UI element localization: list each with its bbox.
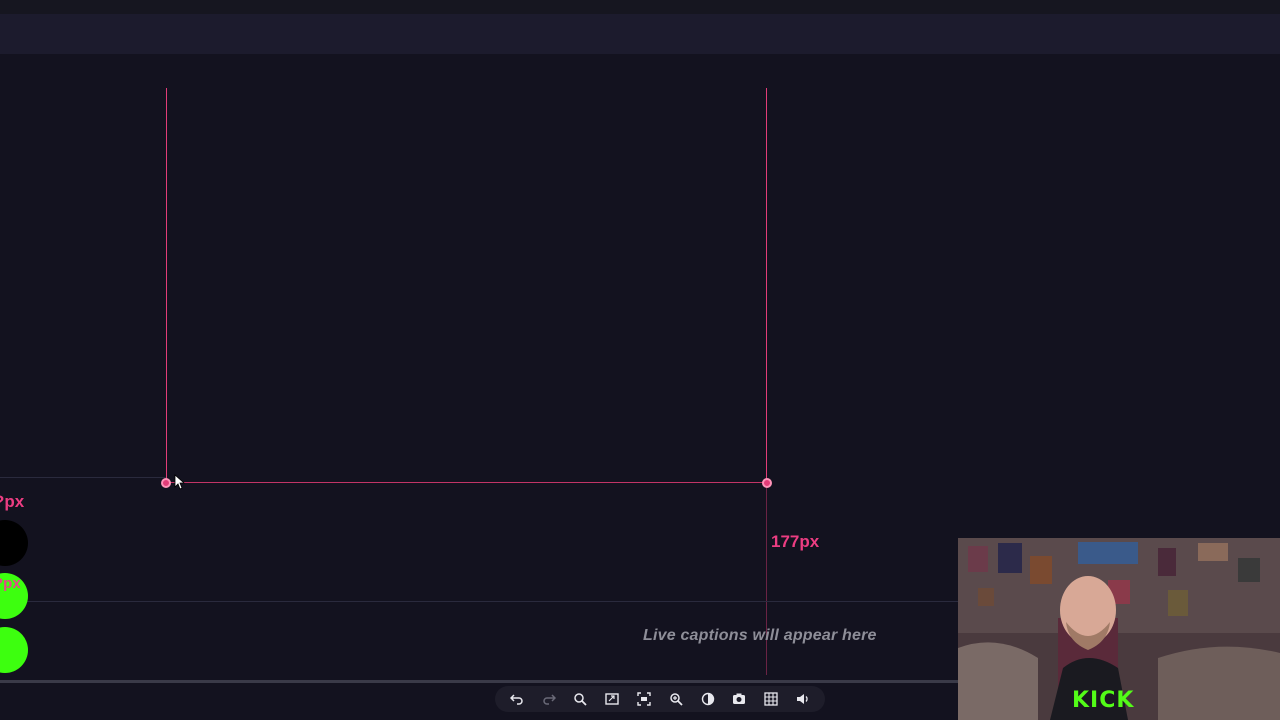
progress-track[interactable] bbox=[0, 680, 960, 683]
grid-button[interactable] bbox=[760, 688, 782, 710]
volume-icon bbox=[797, 694, 808, 704]
measure-label-left: ?px bbox=[0, 492, 25, 511]
screenshot-area-button[interactable] bbox=[633, 688, 655, 710]
webcam-overlay: KICK bbox=[958, 538, 1280, 720]
live-captions-text: Live captions will appear here bbox=[643, 627, 877, 644]
top-bar bbox=[0, 14, 1280, 54]
right-vertical-guide-extension bbox=[766, 488, 767, 675]
title-strip bbox=[0, 0, 1280, 14]
left-vertical-guide[interactable] bbox=[166, 88, 167, 483]
measure-handle-right[interactable] bbox=[762, 478, 772, 488]
kick-logo: KICK bbox=[1072, 688, 1135, 713]
undo-icon bbox=[509, 694, 523, 705]
volume-button[interactable] bbox=[792, 688, 814, 710]
camera-button[interactable] bbox=[728, 688, 750, 710]
mouse-cursor bbox=[174, 474, 186, 490]
contrast-icon bbox=[701, 692, 714, 706]
player-toolbar bbox=[495, 686, 825, 712]
zoom-out-icon bbox=[574, 693, 588, 706]
undo-button[interactable] bbox=[506, 688, 528, 710]
camera-icon bbox=[733, 693, 746, 704]
measure-label-right: 177px bbox=[771, 532, 820, 551]
redo-icon bbox=[543, 694, 556, 705]
redo-button[interactable] bbox=[538, 688, 560, 710]
right-vertical-guide[interactable] bbox=[766, 88, 767, 483]
zoom-in-icon bbox=[670, 693, 683, 706]
swatch-label: ?px bbox=[0, 575, 21, 592]
fit-frame-icon bbox=[605, 693, 619, 705]
zoom-in-button[interactable] bbox=[665, 688, 687, 710]
measure-handle-left[interactable] bbox=[161, 478, 171, 488]
horizontal-measure-line[interactable] bbox=[166, 482, 767, 483]
horizontal-guide-extension-left bbox=[0, 477, 166, 478]
contrast-button[interactable] bbox=[697, 688, 719, 710]
screenshot-area-icon bbox=[637, 692, 651, 706]
horizontal-guide-lower bbox=[0, 601, 958, 602]
zoom-out-button[interactable] bbox=[569, 688, 591, 710]
grid-icon bbox=[764, 692, 778, 706]
fit-frame-button[interactable] bbox=[601, 688, 623, 710]
